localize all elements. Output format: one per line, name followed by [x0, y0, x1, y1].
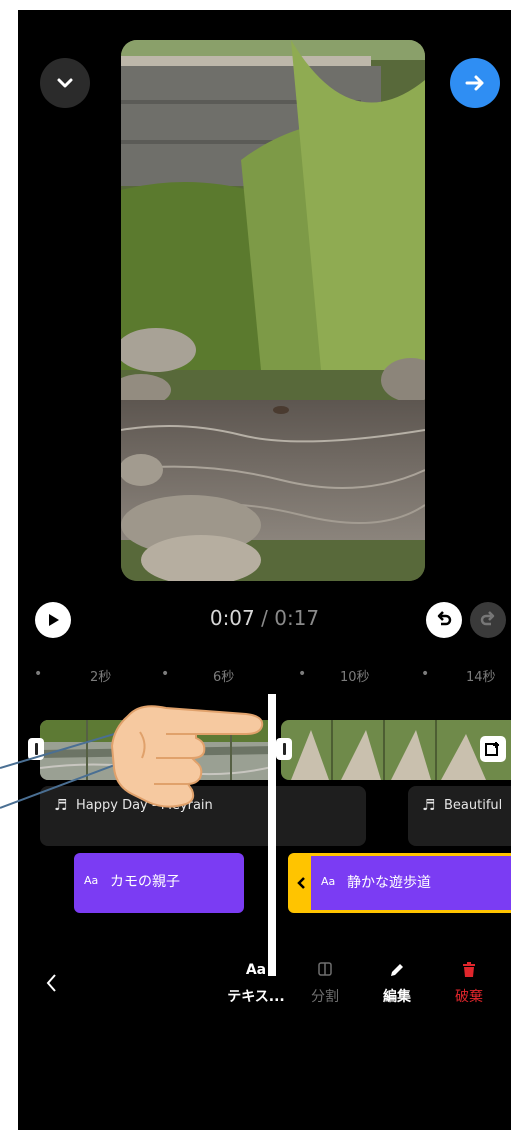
time-separator: / [254, 606, 275, 630]
pencil-icon [362, 962, 432, 980]
text-clip-label: カモの親子 [110, 874, 180, 890]
text-clip-trim-handle[interactable] [291, 856, 311, 910]
toolbar-delete-button[interactable]: 破棄 [434, 962, 504, 1006]
ruler-label: 6秒 [213, 670, 235, 685]
toolbar-edit-button[interactable]: 編集 [362, 962, 432, 1006]
chevron-left-icon [297, 877, 305, 889]
ruler-dot: • [421, 666, 430, 682]
text-clip-label: 静かな遊歩道 [347, 875, 431, 891]
current-time: 0:07 [209, 606, 255, 630]
pointing-hand-icon [110, 705, 264, 808]
text-clip-selected[interactable]: Aa 静かな遊歩道 [288, 853, 511, 913]
toolbar-item-label: テキス... [227, 989, 285, 1005]
redo-button[interactable] [470, 602, 506, 638]
audio-track-label: Beautiful [444, 798, 503, 813]
trash-icon [434, 962, 504, 980]
clip-add-button[interactable] [480, 736, 506, 762]
text-clip-icon: Aa [321, 875, 336, 888]
undo-button[interactable] [426, 602, 462, 638]
ruler-dot: • [34, 666, 43, 682]
toolbar-item-label: 破棄 [455, 989, 483, 1005]
collapse-button[interactable] [40, 58, 90, 108]
toolbar-split-button[interactable]: 分割 [290, 962, 360, 1006]
add-clip-icon [485, 742, 499, 756]
total-time: 0:17 [274, 606, 320, 630]
text-clip[interactable]: Aa カモの親子 [74, 853, 244, 913]
clip-trim-handle[interactable] [276, 738, 292, 760]
ruler-label: 2秒 [90, 670, 112, 685]
ruler-dot: • [161, 666, 170, 682]
ruler-label: 10秒 [340, 670, 370, 685]
toolbar-text-button[interactable]: Aa テキス... [221, 962, 291, 1006]
redo-icon [480, 611, 495, 626]
toolbar-item-label: 編集 [383, 989, 411, 1005]
editor-screen: 0:07 / 0:17 • 2秒 • 6秒 • 10秒 • 14秒 ♬ Happ… [18, 10, 511, 1130]
text-clip-icon: Aa [84, 874, 99, 887]
time-ruler[interactable]: • 2秒 • 6秒 • 10秒 • 14秒 [18, 664, 511, 690]
ruler-dot: • [298, 666, 307, 682]
video-clip[interactable] [281, 720, 511, 780]
music-note-icon: ♬ [422, 796, 436, 814]
text-tool-icon: Aa [245, 962, 267, 978]
undo-icon [437, 611, 452, 626]
toolbar-item-label: 分割 [311, 989, 339, 1005]
clip-trim-handle[interactable] [28, 738, 44, 760]
back-button[interactable] [44, 972, 58, 1000]
audio-track[interactable]: ♬ Beautiful [408, 786, 511, 846]
music-note-icon: ♬ [54, 796, 68, 814]
ruler-label: 14秒 [466, 670, 496, 685]
chevron-left-icon [46, 974, 56, 992]
video-preview[interactable] [121, 40, 425, 581]
split-icon [290, 962, 360, 980]
video-frame-image [121, 40, 425, 581]
next-button[interactable] [450, 58, 500, 108]
clip-thumbnails [281, 720, 511, 780]
arrow-right-icon [465, 75, 484, 91]
chevron-down-icon [57, 78, 73, 88]
